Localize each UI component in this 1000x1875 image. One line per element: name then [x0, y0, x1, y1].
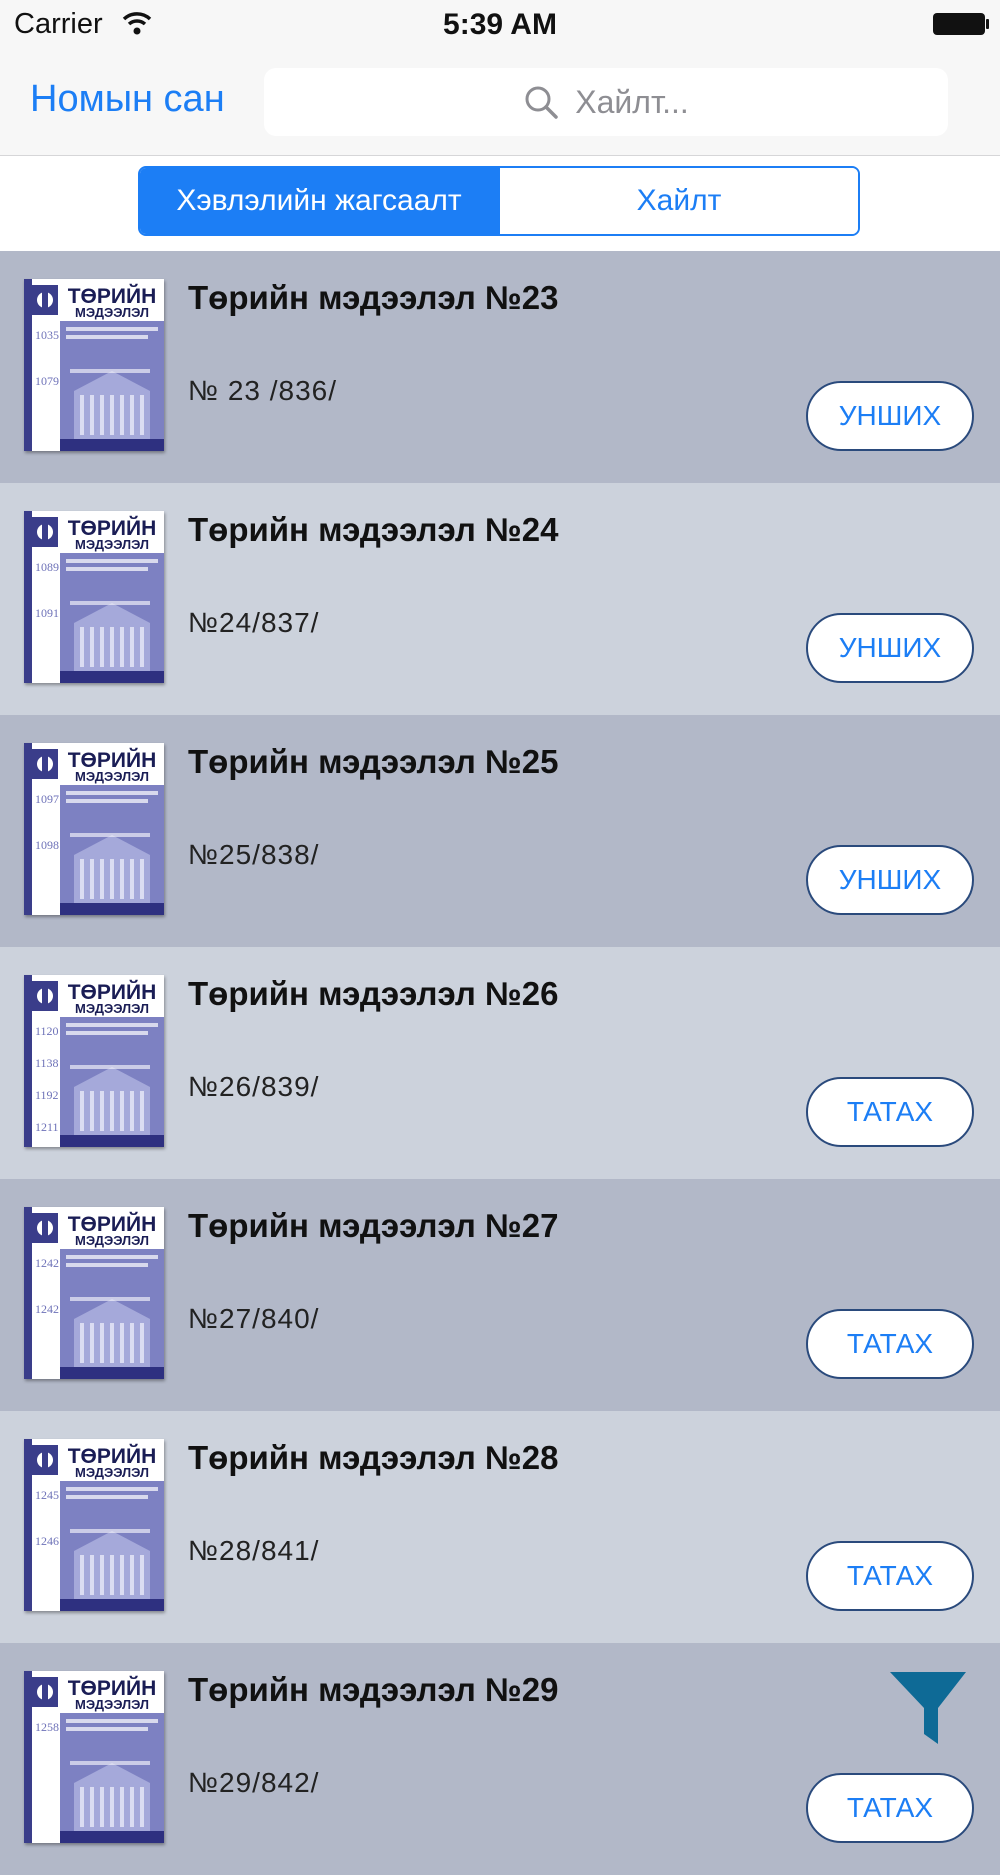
item-title: Төрийн мэдээлэл №27 [188, 1207, 559, 1244]
segment-search[interactable]: Хайлт [498, 168, 858, 234]
status-bar: Carrier 5:39 AM [0, 0, 1000, 50]
cover-number: 1242 [35, 1302, 59, 1316]
item-title: Төрийн мэдээлэл №29 [188, 1671, 559, 1708]
filter-icon[interactable] [888, 1668, 968, 1748]
segment-publication-list[interactable]: Хэвлэлийн жагсаалт [140, 168, 498, 234]
cover-number: 1035 [35, 328, 59, 342]
nav-bar: Номын сан Хайлт... [0, 50, 1000, 156]
cover-number: 1120 [35, 1024, 59, 1038]
search-bar[interactable]: Хайлт... [264, 68, 948, 136]
item-subtitle: №29/842/ [188, 1767, 320, 1798]
cover-thumbnail[interactable]: ТӨРИЙНМЭДЭЭЛЭЛ1120113811921211 [24, 975, 164, 1147]
list-item[interactable]: ТӨРИЙН МЭДЭЭЛЭЛ 1242 1242 Төрийн мэдээлэл №2… [0, 1179, 1000, 1411]
cover-thumbnail[interactable]: ТӨРИЙНМЭДЭЭЛЭЛ12421242 [24, 1207, 164, 1379]
item-subtitle: № 23 /836/ [188, 375, 338, 406]
item-title: Төрийн мэдээлэл №23 [188, 279, 559, 316]
list-item[interactable]: ТӨРИЙН МЭДЭЭЛЭЛ 1245 1246 Төрийн мэдээлэл №2… [0, 1411, 1000, 1643]
read-button[interactable]: УНШИХ [806, 381, 974, 451]
download-button[interactable]: ТАТАХ [806, 1541, 974, 1611]
cover-number: 1138 [35, 1056, 59, 1070]
cover-number: 1097 [35, 792, 59, 806]
search-input[interactable]: Хайлт... [575, 84, 688, 121]
cover-title-line2: МЭДЭЭЛЭЛ [75, 305, 149, 320]
segment-container: Хэвлэлийн жагсаалт Хайлт [0, 156, 1000, 251]
read-button[interactable]: УНШИХ [806, 845, 974, 915]
item-subtitle: №25/838/ [188, 839, 320, 870]
segmented-control: Хэвлэлийн жагсаалт Хайлт [138, 166, 860, 236]
cover-number: 1079 [35, 374, 59, 388]
download-button[interactable]: ТАТАХ [806, 1773, 974, 1843]
list-item[interactable]: ТӨРИЙН МЭДЭЭЛЭЛ 1035 1079 Төрийн мэдээлэл №2… [0, 251, 1000, 483]
list-item[interactable]: ТӨРИЙН МЭДЭЭЛЭЛ 1089 1091 Төрийн мэдээлэл №2… [0, 483, 1000, 715]
item-subtitle: №27/840/ [188, 1303, 320, 1334]
download-button[interactable]: ТАТАХ [806, 1309, 974, 1379]
battery-icon [933, 13, 989, 35]
list-item[interactable]: ТӨРИЙН МЭДЭЭЛЭЛ 1258 Төрийн мэдээлэл №29 №29… [0, 1643, 1000, 1875]
item-subtitle: №28/841/ [188, 1535, 320, 1566]
list-item[interactable]: ТӨРИЙН МЭДЭЭЛЭЛ 1097 1098 Төрийн мэдээлэл №2… [0, 715, 1000, 947]
list-item[interactable]: ТӨРИЙН МЭДЭЭЛЭЛ 1120 1138 1192 1211 Төрийн мэд… [0, 947, 1000, 1179]
cover-number: 1258 [35, 1720, 59, 1734]
cover-title-line2: МЭДЭЭЛЭЛ [75, 1233, 149, 1248]
cover-title-line2: МЭДЭЭЛЭЛ [75, 769, 149, 784]
item-subtitle: №26/839/ [188, 1071, 320, 1102]
cover-number: 1091 [35, 606, 59, 620]
publication-list: ТӨРИЙН МЭДЭЭЛЭЛ 1035 1079 Төрийн мэдээлэл №2… [0, 251, 1000, 1875]
item-subtitle: №24/837/ [188, 607, 320, 638]
cover-number: 1098 [35, 838, 59, 852]
cover-thumbnail[interactable]: ТӨРИЙНМЭДЭЭЛЭЛ10351079 [24, 279, 164, 451]
cover-thumbnail[interactable]: ТӨРИЙНМЭДЭЭЛЭЛ1258 [24, 1671, 164, 1843]
item-title: Төрийн мэдээлэл №25 [188, 743, 559, 780]
library-button[interactable]: Номын сан [30, 78, 225, 121]
cover-title-line2: МЭДЭЭЛЭЛ [75, 537, 149, 552]
read-button[interactable]: УНШИХ [806, 613, 974, 683]
cover-number: 1246 [35, 1534, 59, 1548]
cover-number: 1089 [35, 560, 59, 574]
cover-thumbnail[interactable]: ТӨРИЙНМЭДЭЭЛЭЛ12451246 [24, 1439, 164, 1611]
cover-title-line2: МЭДЭЭЛЭЛ [75, 1465, 149, 1480]
status-time: 5:39 AM [443, 8, 557, 41]
cover-number: 1242 [35, 1256, 59, 1270]
cover-thumbnail[interactable]: ТӨРИЙНМЭДЭЭЛЭЛ10971098 [24, 743, 164, 915]
cover-title-line2: МЭДЭЭЛЭЛ [75, 1697, 149, 1712]
item-title: Төрийн мэдээлэл №26 [188, 975, 559, 1012]
cover-number: 1245 [35, 1488, 59, 1502]
cover-number: 1192 [35, 1088, 59, 1102]
search-icon [525, 86, 559, 119]
cover-thumbnail[interactable]: ТӨРИЙНМЭДЭЭЛЭЛ10891091 [24, 511, 164, 683]
item-title: Төрийн мэдээлэл №24 [188, 511, 559, 548]
cover-title-line2: МЭДЭЭЛЭЛ [75, 1001, 149, 1016]
download-button[interactable]: ТАТАХ [806, 1077, 974, 1147]
cover-number: 1211 [35, 1120, 59, 1134]
item-title: Төрийн мэдээлэл №28 [188, 1439, 559, 1476]
